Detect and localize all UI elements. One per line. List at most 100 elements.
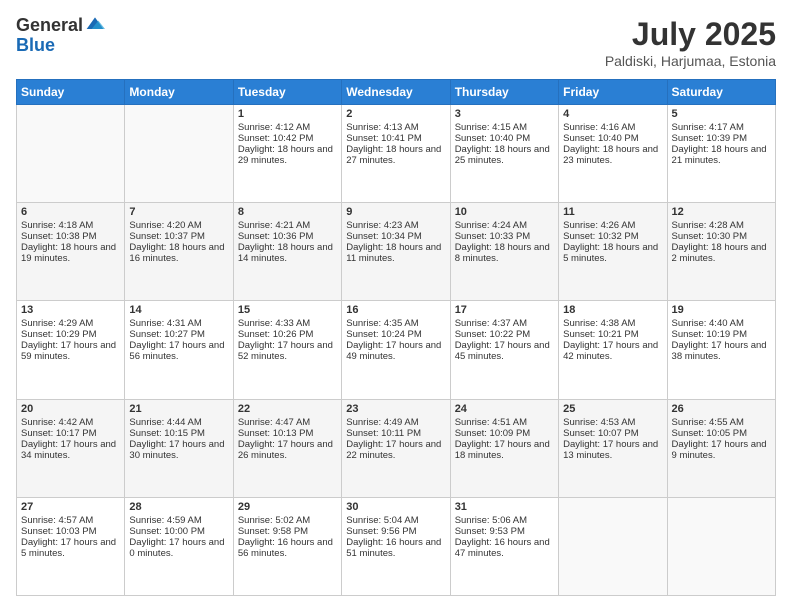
table-row: 9Sunrise: 4:23 AMSunset: 10:34 PMDayligh… <box>342 203 450 301</box>
day-info: Daylight: 18 hours and 5 minutes. <box>563 242 662 264</box>
day-info: Sunset: 9:53 PM <box>455 526 554 537</box>
table-row <box>17 105 125 203</box>
day-info: Sunrise: 4:42 AM <box>21 417 120 428</box>
day-info: Daylight: 18 hours and 25 minutes. <box>455 144 554 166</box>
day-number: 16 <box>346 304 445 316</box>
day-info: Daylight: 17 hours and 13 minutes. <box>563 439 662 461</box>
day-info: Sunrise: 4:55 AM <box>672 417 771 428</box>
logo-icon <box>85 14 105 34</box>
day-number: 10 <box>455 206 554 218</box>
day-info: Sunrise: 4:38 AM <box>563 318 662 329</box>
day-number: 4 <box>563 108 662 120</box>
day-info: Daylight: 18 hours and 16 minutes. <box>129 242 228 264</box>
day-info: Sunset: 10:34 PM <box>346 231 445 242</box>
day-info: Sunrise: 4:53 AM <box>563 417 662 428</box>
table-row: 13Sunrise: 4:29 AMSunset: 10:29 PMDaylig… <box>17 301 125 399</box>
calendar-week-row: 27Sunrise: 4:57 AMSunset: 10:03 PMDaylig… <box>17 497 776 595</box>
day-info: Daylight: 17 hours and 18 minutes. <box>455 439 554 461</box>
day-number: 9 <box>346 206 445 218</box>
day-info: Daylight: 18 hours and 23 minutes. <box>563 144 662 166</box>
day-info: Daylight: 17 hours and 26 minutes. <box>238 439 337 461</box>
day-info: Sunrise: 4:28 AM <box>672 220 771 231</box>
day-info: Sunset: 10:26 PM <box>238 329 337 340</box>
logo-blue: Blue <box>16 36 105 56</box>
day-info: Daylight: 17 hours and 42 minutes. <box>563 340 662 362</box>
day-info: Sunrise: 4:26 AM <box>563 220 662 231</box>
day-number: 3 <box>455 108 554 120</box>
day-info: Sunrise: 4:17 AM <box>672 122 771 133</box>
day-info: Sunset: 10:29 PM <box>21 329 120 340</box>
table-row <box>667 497 775 595</box>
day-number: 2 <box>346 108 445 120</box>
table-row: 12Sunrise: 4:28 AMSunset: 10:30 PMDaylig… <box>667 203 775 301</box>
title-block: July 2025 Paldiski, Harjumaa, Estonia <box>605 16 776 69</box>
table-row: 25Sunrise: 4:53 AMSunset: 10:07 PMDaylig… <box>559 399 667 497</box>
day-number: 29 <box>238 501 337 513</box>
col-friday: Friday <box>559 80 667 105</box>
day-info: Daylight: 17 hours and 59 minutes. <box>21 340 120 362</box>
day-info: Sunrise: 4:33 AM <box>238 318 337 329</box>
day-info: Sunrise: 5:06 AM <box>455 515 554 526</box>
table-row: 22Sunrise: 4:47 AMSunset: 10:13 PMDaylig… <box>233 399 341 497</box>
col-wednesday: Wednesday <box>342 80 450 105</box>
day-info: Sunrise: 5:02 AM <box>238 515 337 526</box>
day-info: Sunset: 10:22 PM <box>455 329 554 340</box>
day-number: 11 <box>563 206 662 218</box>
day-info: Sunrise: 4:37 AM <box>455 318 554 329</box>
calendar-week-row: 1Sunrise: 4:12 AMSunset: 10:42 PMDayligh… <box>17 105 776 203</box>
day-info: Sunrise: 4:29 AM <box>21 318 120 329</box>
table-row: 27Sunrise: 4:57 AMSunset: 10:03 PMDaylig… <box>17 497 125 595</box>
day-number: 5 <box>672 108 771 120</box>
day-info: Sunrise: 5:04 AM <box>346 515 445 526</box>
day-info: Daylight: 17 hours and 0 minutes. <box>129 537 228 559</box>
table-row: 23Sunrise: 4:49 AMSunset: 10:11 PMDaylig… <box>342 399 450 497</box>
day-info: Sunset: 10:42 PM <box>238 133 337 144</box>
day-info: Sunset: 10:24 PM <box>346 329 445 340</box>
day-number: 14 <box>129 304 228 316</box>
table-row: 11Sunrise: 4:26 AMSunset: 10:32 PMDaylig… <box>559 203 667 301</box>
day-number: 15 <box>238 304 337 316</box>
day-info: Sunset: 10:03 PM <box>21 526 120 537</box>
day-info: Sunrise: 4:12 AM <box>238 122 337 133</box>
day-info: Daylight: 17 hours and 34 minutes. <box>21 439 120 461</box>
day-number: 25 <box>563 403 662 415</box>
table-row <box>559 497 667 595</box>
calendar-week-row: 13Sunrise: 4:29 AMSunset: 10:29 PMDaylig… <box>17 301 776 399</box>
day-info: Sunrise: 4:13 AM <box>346 122 445 133</box>
day-number: 24 <box>455 403 554 415</box>
day-number: 20 <box>21 403 120 415</box>
day-info: Daylight: 18 hours and 29 minutes. <box>238 144 337 166</box>
col-saturday: Saturday <box>667 80 775 105</box>
day-info: Daylight: 17 hours and 30 minutes. <box>129 439 228 461</box>
day-info: Sunset: 10:39 PM <box>672 133 771 144</box>
table-row: 16Sunrise: 4:35 AMSunset: 10:24 PMDaylig… <box>342 301 450 399</box>
day-info: Sunset: 10:38 PM <box>21 231 120 242</box>
day-number: 12 <box>672 206 771 218</box>
day-info: Daylight: 18 hours and 2 minutes. <box>672 242 771 264</box>
day-info: Sunset: 10:21 PM <box>563 329 662 340</box>
col-monday: Monday <box>125 80 233 105</box>
day-info: Sunset: 10:11 PM <box>346 428 445 439</box>
logo: General Blue <box>16 16 105 56</box>
day-info: Daylight: 18 hours and 19 minutes. <box>21 242 120 264</box>
table-row: 5Sunrise: 4:17 AMSunset: 10:39 PMDayligh… <box>667 105 775 203</box>
day-info: Sunset: 10:33 PM <box>455 231 554 242</box>
table-row: 21Sunrise: 4:44 AMSunset: 10:15 PMDaylig… <box>125 399 233 497</box>
day-info: Sunrise: 4:23 AM <box>346 220 445 231</box>
logo-general: General <box>16 16 83 36</box>
table-row <box>125 105 233 203</box>
day-number: 17 <box>455 304 554 316</box>
day-info: Sunrise: 4:15 AM <box>455 122 554 133</box>
table-row: 6Sunrise: 4:18 AMSunset: 10:38 PMDayligh… <box>17 203 125 301</box>
day-number: 27 <box>21 501 120 513</box>
day-info: Daylight: 17 hours and 5 minutes. <box>21 537 120 559</box>
day-info: Sunset: 9:56 PM <box>346 526 445 537</box>
day-info: Sunrise: 4:24 AM <box>455 220 554 231</box>
day-number: 8 <box>238 206 337 218</box>
day-number: 6 <box>21 206 120 218</box>
location-subtitle: Paldiski, Harjumaa, Estonia <box>605 53 776 69</box>
table-row: 30Sunrise: 5:04 AMSunset: 9:56 PMDayligh… <box>342 497 450 595</box>
day-info: Sunset: 10:17 PM <box>21 428 120 439</box>
day-number: 1 <box>238 108 337 120</box>
day-info: Sunset: 10:00 PM <box>129 526 228 537</box>
